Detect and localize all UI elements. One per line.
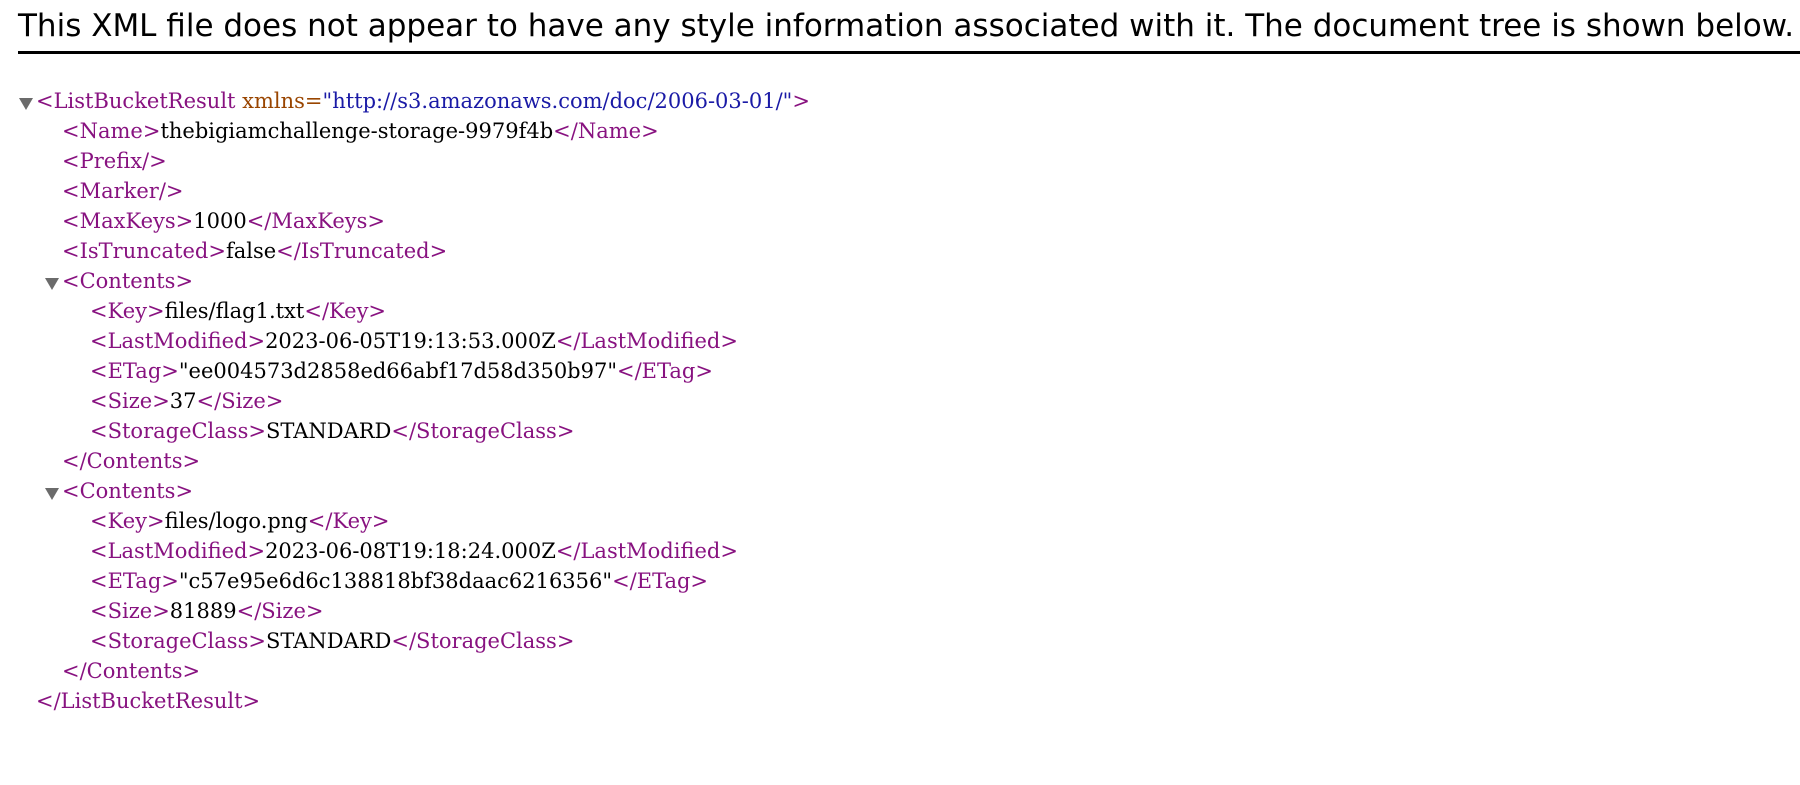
etag-close-tag: </ETag> [617, 359, 713, 383]
prefix-tag: <Prefix/> [62, 149, 167, 173]
key-value: files/logo.png [164, 509, 308, 533]
bucket-name-value: thebigiamchallenge-storage-9979f4b [160, 119, 554, 143]
contents-open-tag: <Contents> [62, 269, 194, 293]
storageclass-open-tag: <StorageClass> [90, 419, 266, 443]
maxkeys-open-tag: <MaxKeys> [62, 209, 194, 233]
lastmodified-close-tag: </LastModified> [555, 539, 738, 563]
triangle-down-icon[interactable] [18, 94, 34, 110]
size-value: 81889 [169, 599, 237, 623]
lastmodified-value: 2023-06-05T19:13:53.000Z [265, 329, 556, 353]
size-value: 37 [169, 389, 197, 413]
key-open-tag: <Key> [90, 299, 165, 323]
no-style-info-message: This XML file does not appear to have an… [18, 8, 1795, 44]
istruncated-open-tag: <IsTruncated> [62, 239, 226, 263]
lastmodified-open-tag: <LastModified> [90, 329, 266, 353]
etag-open-tag: <ETag> [90, 359, 179, 383]
size-close-tag: </Size> [196, 389, 284, 413]
key-value: files/flag1.txt [164, 299, 305, 323]
triangle-down-icon[interactable] [44, 484, 60, 500]
key-close-tag: </Key> [304, 299, 387, 323]
storageclass-value: STANDARD [265, 629, 392, 653]
root-attr-name: xmlns= [235, 89, 323, 113]
name-close-tag: </Name> [553, 119, 659, 143]
storageclass-close-tag: </StorageClass> [391, 419, 575, 443]
storageclass-close-tag: </StorageClass> [391, 629, 575, 653]
root-close-tag: </ListBucketResult> [36, 689, 261, 713]
etag-open-tag: <ETag> [90, 569, 179, 593]
size-close-tag: </Size> [236, 599, 324, 623]
maxkeys-value: 1000 [193, 209, 247, 233]
name-open-tag: <Name> [62, 119, 161, 143]
contents-close-tag: </Contents> [62, 449, 201, 473]
storageclass-value: STANDARD [265, 419, 392, 443]
contents-close-tag: </Contents> [62, 659, 201, 683]
key-close-tag: </Key> [307, 509, 390, 533]
lastmodified-close-tag: </LastModified> [555, 329, 738, 353]
lastmodified-open-tag: <LastModified> [90, 539, 266, 563]
storageclass-open-tag: <StorageClass> [90, 629, 266, 653]
etag-value: "ee004573d2858ed66abf17d58d350b97" [178, 359, 618, 383]
root-open-tag-end: > [792, 89, 810, 113]
istruncated-close-tag: </IsTruncated> [276, 239, 448, 263]
root-attr-value: "http://s3.amazonaws.com/doc/2006-03-01/… [322, 89, 793, 113]
size-open-tag: <Size> [90, 599, 170, 623]
key-open-tag: <Key> [90, 509, 165, 533]
lastmodified-value: 2023-06-08T19:18:24.000Z [265, 539, 556, 563]
maxkeys-close-tag: </MaxKeys> [246, 209, 386, 233]
marker-tag: <Marker/> [62, 179, 184, 203]
etag-close-tag: </ETag> [612, 569, 708, 593]
contents-open-tag: <Contents> [62, 479, 194, 503]
triangle-down-icon[interactable] [44, 274, 60, 290]
size-open-tag: <Size> [90, 389, 170, 413]
istruncated-value: false [225, 239, 277, 263]
xml-viewer-header: This XML file does not appear to have an… [18, 0, 1800, 54]
root-open-tag: <ListBucketResult [36, 89, 236, 113]
etag-value: "c57e95e6d6c138818bf38daac6216356" [178, 569, 613, 593]
